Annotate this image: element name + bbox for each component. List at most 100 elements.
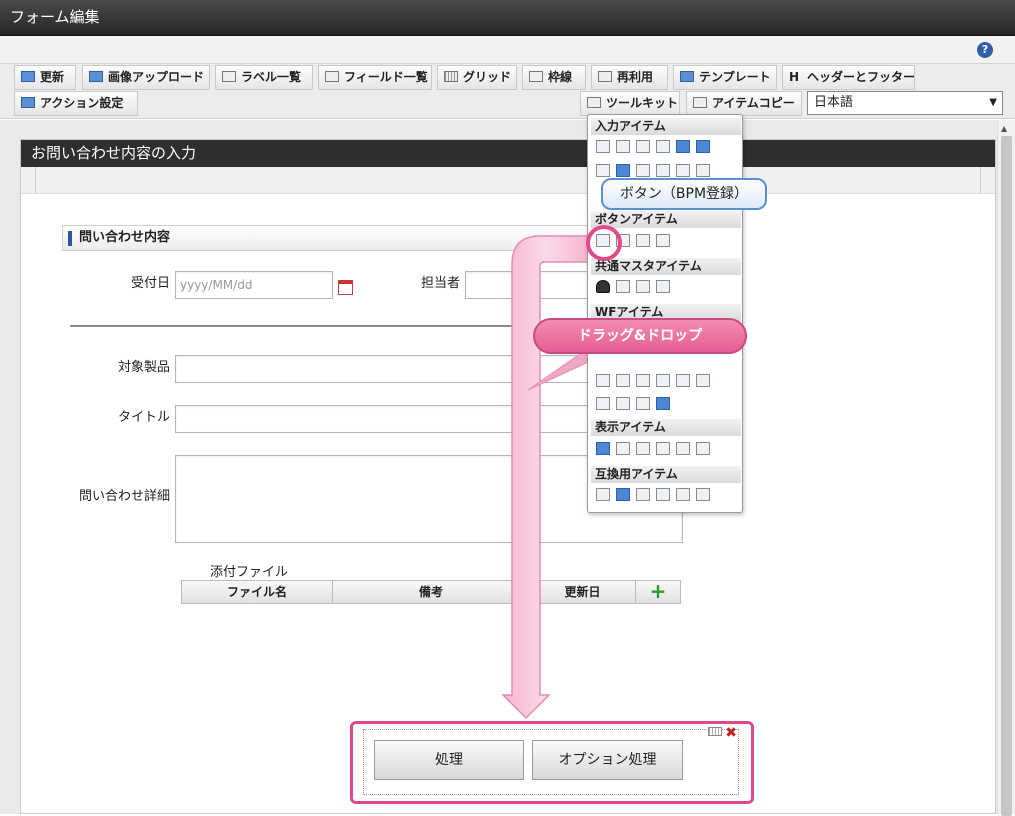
action-settings-icon <box>21 97 35 108</box>
calendar-icon[interactable] <box>338 280 353 295</box>
compat-select-icon[interactable] <box>596 488 610 501</box>
box-icon[interactable] <box>656 442 670 455</box>
palette-section-button: ボタンアイテム <box>591 211 741 228</box>
attachments-add-button[interactable]: + <box>635 580 681 604</box>
vertical-scrollbar[interactable]: ▲ <box>997 120 1015 816</box>
palette-button-items-row[interactable] <box>596 233 676 251</box>
user-icon[interactable] <box>596 280 610 293</box>
attachments-col-updated: 更新日 <box>529 580 636 604</box>
owner-input[interactable] <box>465 271 590 299</box>
action-settings-button[interactable]: アクション設定 <box>14 91 138 116</box>
field-list-label: フィールド一覧 <box>344 70 428 84</box>
card-icon[interactable] <box>616 397 630 410</box>
chevron-down-icon: ▼ <box>989 97 997 108</box>
list-icon[interactable] <box>616 164 630 177</box>
calendar-item-icon[interactable] <box>696 140 710 153</box>
upload-icon[interactable] <box>676 374 690 387</box>
title-input[interactable] <box>175 405 590 433</box>
attachments-col-filename: ファイル名 <box>181 580 333 604</box>
grid-icon <box>444 71 458 82</box>
reuse-button[interactable]: 再利用 <box>591 65 668 90</box>
reuse-label: 再利用 <box>617 70 654 84</box>
role-icon[interactable] <box>656 280 670 293</box>
palette-wf-items-row[interactable] <box>596 373 716 391</box>
section-title[interactable]: 問い合わせ内容 <box>62 225 622 251</box>
select-icon[interactable] <box>596 164 610 177</box>
checkbox-icon[interactable] <box>636 164 650 177</box>
language-select[interactable]: 日本語 ▼ <box>807 91 1003 115</box>
organization-icon[interactable] <box>616 280 630 293</box>
form-header-strip <box>21 167 995 194</box>
panel-icon[interactable] <box>596 397 610 410</box>
textbox2-icon[interactable] <box>616 140 630 153</box>
item-copy-button[interactable]: アイテムコピー <box>686 91 802 116</box>
textbox-icon[interactable] <box>596 140 610 153</box>
label-list-button[interactable]: ラベル一覧 <box>215 65 313 90</box>
formula-icon[interactable] <box>656 140 670 153</box>
palette-master-items-row[interactable] <box>596 279 676 297</box>
date-label: 受付日 <box>130 276 170 291</box>
header-strip-cell[interactable] <box>35 167 981 194</box>
grid-button[interactable]: グリッド <box>437 65 517 90</box>
tree-icon[interactable] <box>636 397 650 410</box>
border-button[interactable]: 枠線 <box>522 65 586 90</box>
combo-icon[interactable] <box>676 164 690 177</box>
compat-radio-icon[interactable] <box>656 488 670 501</box>
date-input[interactable]: yyyy/MM/dd <box>175 271 333 299</box>
label-item-icon[interactable] <box>596 442 610 455</box>
field-list-icon <box>325 71 339 82</box>
palette-wf-items-row2[interactable] <box>596 396 676 414</box>
compat-checkbox-icon[interactable] <box>636 488 650 501</box>
text-icon[interactable] <box>696 442 710 455</box>
image-icon[interactable] <box>656 374 670 387</box>
palette-compat-items-row[interactable] <box>596 487 716 505</box>
table-icon[interactable] <box>696 164 710 177</box>
field-list-button[interactable]: フィールド一覧 <box>318 65 432 90</box>
bpm-register-button-icon[interactable] <box>596 234 610 247</box>
palette-display-items-row[interactable] <box>596 441 716 459</box>
forward-button-icon[interactable] <box>616 234 630 247</box>
return-button-icon[interactable] <box>656 234 670 247</box>
grip-icon[interactable] <box>708 727 722 736</box>
template-button[interactable]: テンプレート <box>673 65 777 90</box>
item-copy-icon <box>693 97 707 108</box>
process-button[interactable]: 処理 <box>374 740 524 780</box>
hline-icon[interactable] <box>616 442 630 455</box>
radio-icon[interactable] <box>656 164 670 177</box>
download-icon[interactable] <box>696 374 710 387</box>
palette-section-master: 共通マスタアイテム <box>591 258 741 275</box>
back-button-icon[interactable] <box>636 234 650 247</box>
border-label: 枠線 <box>548 70 573 84</box>
group-icon[interactable] <box>636 280 650 293</box>
number-icon[interactable] <box>636 140 650 153</box>
header-footer-icon: H <box>789 70 800 84</box>
schedule-icon[interactable] <box>656 397 670 410</box>
separator-icon[interactable] <box>596 374 610 387</box>
product-input[interactable] <box>175 355 590 383</box>
button-container[interactable]: 処理 オプション処理 ✖ <box>363 725 739 795</box>
help-icon[interactable]: ? <box>977 42 993 58</box>
option-process-button[interactable]: オプション処理 <box>532 740 683 780</box>
scroll-up-icon[interactable]: ▲ <box>1001 124 1007 133</box>
palette-section-display: 表示アイテム <box>591 419 741 436</box>
window-title: フォーム編集 <box>0 0 1015 36</box>
palette-input-items-row[interactable] <box>596 139 716 157</box>
document-icon[interactable] <box>616 374 630 387</box>
date-icon[interactable] <box>676 140 690 153</box>
close-icon[interactable]: ✖ <box>725 725 737 741</box>
header-footer-button[interactable]: H ヘッダーとフッター <box>782 65 915 90</box>
vline-icon[interactable] <box>636 442 650 455</box>
toolkit-button[interactable]: ツールキット <box>580 91 680 116</box>
camera-icon[interactable] <box>636 374 650 387</box>
image-upload-button[interactable]: 画像アップロード <box>82 65 210 90</box>
update-button[interactable]: 更新 <box>14 65 76 90</box>
compat-list-icon[interactable] <box>616 488 630 501</box>
compat-table-icon[interactable] <box>696 488 710 501</box>
picture-icon[interactable] <box>676 442 690 455</box>
compat-combo-icon[interactable] <box>676 488 690 501</box>
product-label: 対象製品 <box>117 360 170 375</box>
grid-label: グリッド <box>463 70 512 84</box>
scroll-thumb[interactable] <box>1001 136 1012 816</box>
drop-target: 処理 オプション処理 ✖ <box>350 721 754 804</box>
palette-section-input: 入力アイテム <box>591 118 741 135</box>
